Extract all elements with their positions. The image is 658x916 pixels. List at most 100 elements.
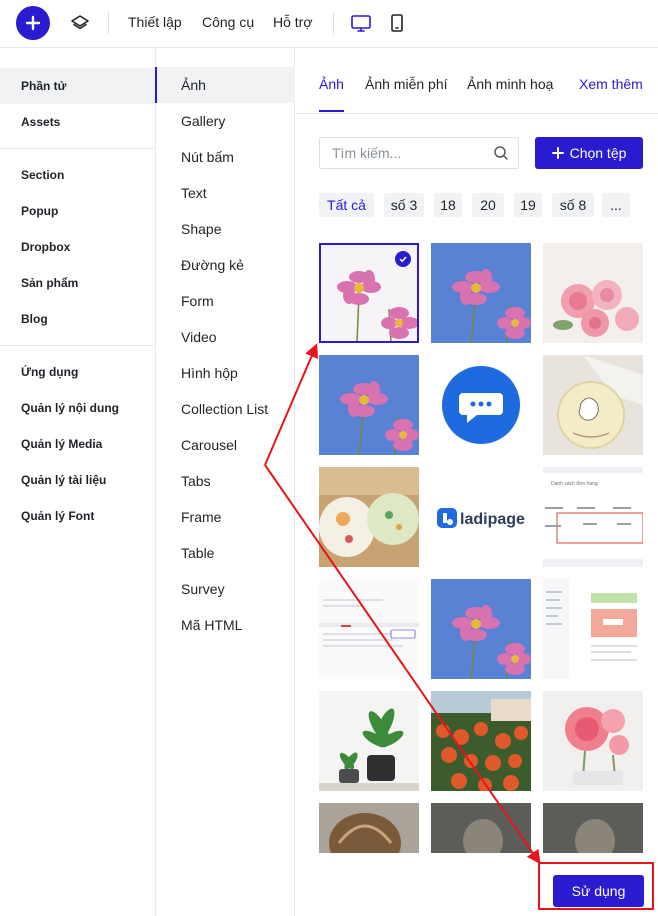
- filter-chip[interactable]: số 8: [552, 193, 594, 217]
- image-thumb-dashboard[interactable]: [543, 579, 643, 679]
- image-thumb-web-page[interactable]: [319, 579, 419, 679]
- image-search-input[interactable]: [319, 137, 519, 169]
- doc-heading: Danh sách đơn hàng: [551, 481, 598, 487]
- menu-settings[interactable]: Thiết lập: [128, 14, 182, 30]
- add-element-button[interactable]: [16, 6, 50, 40]
- potted-plants-image: [319, 691, 419, 791]
- element-item-carousel[interactable]: Carousel: [156, 427, 295, 463]
- sidebar-divider: [0, 148, 155, 149]
- sidebar-item-document-manager[interactable]: Quản lý tài liệu: [0, 462, 155, 498]
- image-thumb-peonies[interactable]: [543, 691, 643, 791]
- image-thumb-cosmos-sky[interactable]: [431, 579, 531, 679]
- sidebar-item-media-manager[interactable]: Quản lý Media: [0, 426, 155, 462]
- greeting-card-image: [543, 355, 643, 455]
- image-thumb-order-doc[interactable]: Danh sách đơn hàng: [543, 467, 643, 567]
- sidebar-item-section[interactable]: Section: [0, 157, 155, 193]
- image-thumb-chat-icon[interactable]: [431, 355, 531, 455]
- element-item-frame[interactable]: Frame: [156, 499, 295, 535]
- filter-chip[interactable]: số 3: [384, 193, 424, 217]
- check-icon: [395, 251, 411, 267]
- mobile-icon[interactable]: [386, 12, 408, 34]
- sidebar-item-dropbox[interactable]: Dropbox: [0, 229, 155, 265]
- plus-icon: [25, 15, 41, 31]
- desktop-icon[interactable]: [350, 12, 372, 34]
- toolbar-divider: [108, 12, 109, 34]
- logo-text: ladipage: [460, 511, 525, 528]
- image-thumb-cakes[interactable]: [319, 467, 419, 567]
- plus-icon: [551, 147, 564, 159]
- filter-chip-more[interactable]: ...: [602, 193, 630, 217]
- choose-file-label: Chọn tệp: [569, 145, 627, 161]
- order-list-screenshot: Danh sách đơn hàng: [543, 467, 643, 567]
- use-button[interactable]: Sử dụng: [553, 875, 644, 907]
- image-thumb-cosmos-sky[interactable]: [431, 243, 531, 343]
- tab-illustrations[interactable]: Ảnh minh hoạ: [467, 76, 553, 92]
- image-thumb-cosmos-sky[interactable]: [319, 355, 419, 455]
- element-item-collection-list[interactable]: Collection List: [156, 391, 295, 427]
- element-item-line[interactable]: Đường kẻ: [156, 247, 295, 283]
- top-toolbar: Thiết lập Công cụ Hỗ trợ: [0, 0, 658, 48]
- image-thumb-ladipage-logo[interactable]: ladipage: [431, 467, 531, 567]
- sidebar-item-elements[interactable]: Phần tử: [0, 68, 155, 104]
- search-icon[interactable]: [493, 145, 509, 161]
- element-item-table[interactable]: Table: [156, 535, 295, 571]
- image-thumb-card[interactable]: [543, 355, 643, 455]
- cakes-image: [319, 467, 419, 567]
- sidebar-item-blog[interactable]: Blog: [0, 301, 155, 337]
- sidebar-item-assets[interactable]: Assets: [0, 104, 155, 140]
- element-item-box[interactable]: Hình hộp: [156, 355, 295, 391]
- menu-tools[interactable]: Công cụ: [202, 14, 254, 30]
- image-library-panel: Ảnh Ảnh miễn phí Ảnh minh hoạ Xem thêm C…: [296, 48, 658, 916]
- element-item-gallery[interactable]: Gallery: [156, 103, 295, 139]
- ladipage-logo: ladipage: [431, 467, 531, 567]
- image-thumb-dark-photo[interactable]: [543, 803, 643, 853]
- element-item-tabs[interactable]: Tabs: [156, 463, 295, 499]
- web-page-screenshot: [319, 579, 419, 679]
- element-item-html[interactable]: Mã HTML: [156, 607, 295, 643]
- sidebar-item-products[interactable]: Sản phẩm: [0, 265, 155, 301]
- element-item-survey[interactable]: Survey: [156, 571, 295, 607]
- filter-chip[interactable]: 19: [514, 193, 542, 217]
- snail-image: [319, 803, 419, 853]
- orange-flowers-image: [431, 691, 531, 791]
- pink-roses-image: [543, 243, 643, 343]
- element-item-form[interactable]: Form: [156, 283, 295, 319]
- element-item-text[interactable]: Text: [156, 175, 295, 211]
- cosmos-sky-image: [319, 355, 419, 455]
- sidebar-divider: [0, 345, 155, 346]
- element-item-image[interactable]: Ảnh: [155, 67, 295, 103]
- filter-chip[interactable]: 18: [434, 193, 462, 217]
- cosmos-sky-image: [431, 579, 531, 679]
- filter-chip[interactable]: 20: [472, 193, 504, 217]
- pink-peonies-image: [543, 691, 643, 791]
- image-thumb-dark-photo[interactable]: [431, 803, 531, 853]
- element-list: Ảnh Gallery Nút bấm Text Shape Đường kẻ …: [155, 48, 295, 916]
- image-tabs: Ảnh Ảnh miễn phí Ảnh minh hoạ Xem thêm: [296, 48, 658, 114]
- filter-chip-all[interactable]: Tất cả: [319, 193, 374, 217]
- menu-support[interactable]: Hỗ trợ: [273, 14, 313, 30]
- active-tab-indicator: [319, 110, 344, 112]
- main-sidebar: Phần tử Assets Section Popup Dropbox Sản…: [0, 48, 155, 916]
- element-item-button[interactable]: Nút bấm: [156, 139, 295, 175]
- sidebar-item-popup[interactable]: Popup: [0, 193, 155, 229]
- dashboard-screenshot: [543, 579, 643, 679]
- sidebar-item-apps[interactable]: Ứng dụng: [0, 354, 155, 390]
- tab-images[interactable]: Ảnh: [319, 76, 344, 92]
- image-thumb-plants[interactable]: [319, 691, 419, 791]
- image-thumb-orange-flowers[interactable]: [431, 691, 531, 791]
- sidebar-item-font-manager[interactable]: Quản lý Font: [0, 498, 155, 534]
- element-item-video[interactable]: Video: [156, 319, 295, 355]
- choose-file-button[interactable]: Chọn tệp: [535, 137, 643, 169]
- sidebar-item-content-manager[interactable]: Quản lý nội dung: [0, 390, 155, 426]
- element-item-shape[interactable]: Shape: [156, 211, 295, 247]
- see-more-link[interactable]: Xem thêm: [579, 76, 643, 92]
- image-thumb-cosmos-selected[interactable]: [319, 243, 419, 343]
- cosmos-sky-image: [431, 243, 531, 343]
- image-thumb-pink-roses[interactable]: [543, 243, 643, 343]
- layers-icon[interactable]: [70, 13, 90, 33]
- chat-bubble-icon: [431, 355, 531, 455]
- dark-portrait-image: [543, 803, 643, 853]
- toolbar-divider: [333, 12, 334, 34]
- image-thumb-snail[interactable]: [319, 803, 419, 853]
- tab-free-images[interactable]: Ảnh miễn phí: [365, 76, 448, 92]
